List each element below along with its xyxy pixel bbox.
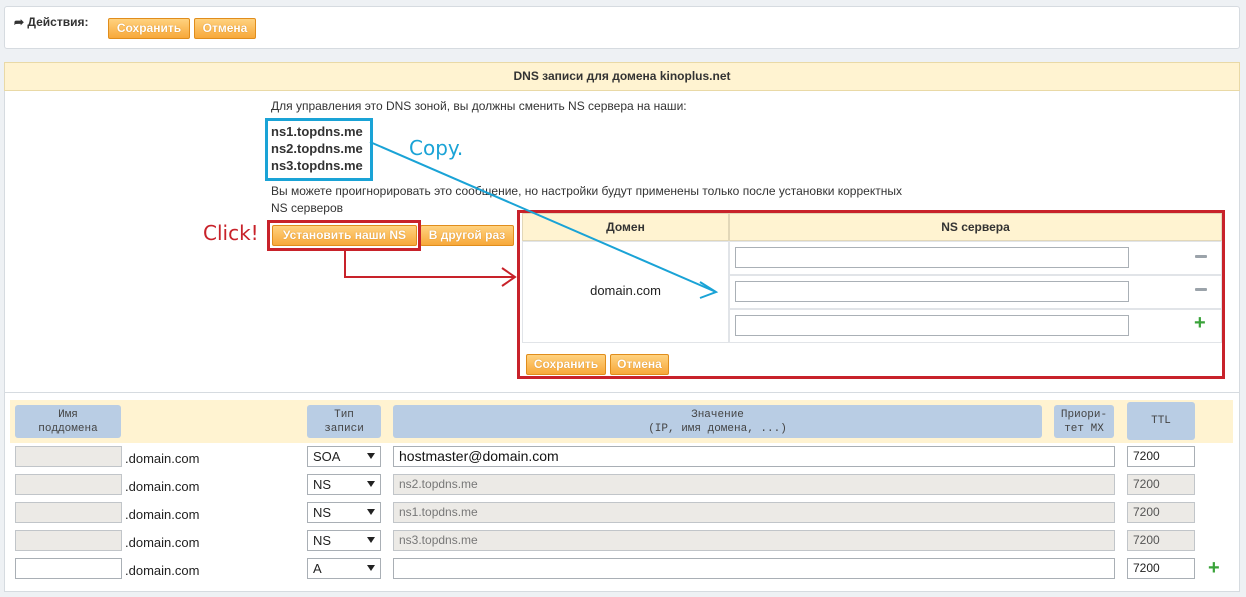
dropdown-caret-icon: [367, 509, 375, 515]
subdomain-input[interactable]: [15, 558, 122, 579]
col-mx-priority: Приори- тет MX: [1054, 405, 1114, 438]
click-arrow: [344, 250, 515, 278]
record-type-select[interactable]: A: [307, 558, 381, 579]
add-record-icon[interactable]: +: [1208, 558, 1220, 578]
header-text: тет MX: [1064, 422, 1104, 435]
dropdown-caret-icon: [367, 453, 375, 459]
col-record-type: Тип записи: [307, 405, 381, 438]
ttl-input[interactable]: 7200: [1127, 558, 1195, 579]
record-value-input[interactable]: ns2.topdns.me: [393, 474, 1115, 495]
header-text: (IP, имя домена, ...): [648, 422, 787, 435]
selected-type: NS: [313, 533, 332, 548]
subdomain-input[interactable]: [15, 502, 122, 523]
col-subdomain-name: Имя поддомена: [15, 405, 121, 438]
ttl-input[interactable]: 7200: [1127, 474, 1195, 495]
dropdown-caret-icon: [367, 565, 375, 571]
header-text: записи: [324, 422, 364, 435]
selected-type: A: [313, 561, 322, 576]
selected-type: NS: [313, 505, 332, 520]
subdomain-input[interactable]: [15, 446, 122, 467]
selected-type: NS: [313, 477, 332, 492]
header-text: поддомена: [38, 422, 98, 435]
record-value-input[interactable]: ns3.topdns.me: [393, 530, 1115, 551]
copy-arrow-head: [699, 281, 719, 299]
header-text: Тип: [334, 408, 354, 421]
col-ttl: TTL: [1127, 402, 1195, 440]
dropdown-caret-icon: [367, 537, 375, 543]
record-value-input[interactable]: [393, 558, 1115, 579]
selected-type: SOA: [313, 449, 341, 464]
domain-suffix: .domain.com: [125, 535, 200, 550]
domain-suffix: .domain.com: [125, 563, 200, 578]
record-value-input[interactable]: hostmaster@domain.com: [393, 446, 1115, 467]
copy-arrow: [369, 141, 717, 293]
ttl-input[interactable]: 7200: [1127, 446, 1195, 467]
domain-suffix: .domain.com: [125, 479, 200, 494]
col-value: Значение (IP, имя домена, ...): [393, 405, 1042, 438]
section-divider: [4, 392, 1240, 393]
record-type-select[interactable]: SOA: [307, 446, 381, 467]
header-text: Значение: [691, 408, 744, 421]
record-type-select[interactable]: NS: [307, 502, 381, 523]
record-type-select[interactable]: NS: [307, 530, 381, 551]
record-value-input[interactable]: ns1.topdns.me: [393, 502, 1115, 523]
record-type-select[interactable]: NS: [307, 474, 381, 495]
header-text: Приори-: [1060, 408, 1108, 421]
domain-suffix: .domain.com: [125, 507, 200, 522]
header-text: Имя: [58, 408, 78, 421]
ttl-input[interactable]: 7200: [1127, 502, 1195, 523]
subdomain-input[interactable]: [15, 474, 122, 495]
subdomain-input[interactable]: [15, 530, 122, 551]
domain-suffix: .domain.com: [125, 451, 200, 466]
dropdown-caret-icon: [367, 481, 375, 487]
ttl-input[interactable]: 7200: [1127, 530, 1195, 551]
